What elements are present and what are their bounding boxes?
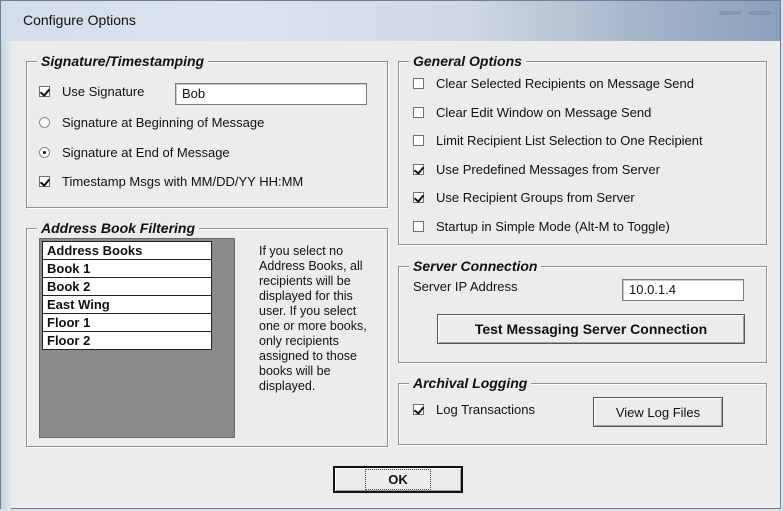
timestamp-row[interactable]: Timestamp Msgs with MM/DD/YY HH:MM [39, 174, 303, 189]
archival-logging-legend: Archival Logging [409, 375, 532, 391]
log-transactions-checkbox[interactable] [413, 404, 424, 415]
general-option-row[interactable]: Use Recipient Groups from Server [413, 190, 635, 205]
timestamp-label: Timestamp Msgs with MM/DD/YY HH:MM [62, 174, 304, 189]
sig-end-label: Signature at End of Message [62, 145, 230, 160]
archival-logging-group: Archival Logging Log Transactions View L… [398, 375, 767, 445]
general-options-group: General Options Clear Selected Recipient… [398, 53, 767, 245]
general-option-checkbox[interactable] [413, 192, 424, 203]
ok-button-label: OK [365, 469, 431, 490]
address-book-item[interactable]: Book 2 [43, 278, 211, 296]
signature-legend: Signature/Timestamping [37, 53, 209, 69]
configure-options-window: Configure Options Signature/Timestamping… [0, 0, 781, 510]
log-transactions-label: Log Transactions [436, 402, 536, 417]
address-book-item[interactable]: East Wing [43, 296, 211, 314]
general-option-checkbox[interactable] [413, 78, 424, 89]
view-log-files-button[interactable]: View Log Files [593, 397, 723, 427]
general-option-label: Clear Edit Window on Message Send [436, 104, 652, 120]
minimize-icon[interactable] [719, 11, 741, 15]
general-option-row[interactable]: Clear Edit Window on Message Send [413, 105, 651, 120]
test-connection-button[interactable]: Test Messaging Server Connection [437, 314, 745, 344]
address-book-legend: Address Book Filtering [37, 220, 200, 236]
address-book-note: If you select no Address Books, all reci… [259, 244, 367, 393]
use-signature-checkbox[interactable] [39, 86, 50, 97]
general-option-label: Startup in Simple Mode (Alt-M to Toggle) [436, 218, 670, 234]
general-option-row[interactable]: Limit Recipient List Selection to One Re… [413, 133, 703, 148]
address-books-header[interactable]: Address Books [43, 242, 211, 260]
server-ip-input[interactable]: 10.0.1.4 [622, 279, 744, 301]
general-options-legend: General Options [409, 53, 526, 69]
address-book-table: Address Books Book 1 Book 2 East Wing Floor… [42, 241, 212, 350]
log-transactions-row[interactable]: Log Transactions [413, 402, 535, 417]
general-option-checkbox[interactable] [413, 163, 424, 175]
general-option-label: Use Recipient Groups from Server [436, 190, 635, 205]
ok-button[interactable]: OK [333, 466, 463, 493]
general-option-row[interactable]: Clear Selected Recipients on Message Sen… [413, 76, 694, 91]
address-book-item[interactable]: Floor 2 [43, 332, 211, 349]
close-icon[interactable] [749, 11, 771, 15]
server-connection-group: Server Connection Server IP Address 10.0… [398, 258, 767, 363]
general-option-label: Use Predefined Messages from Server [436, 161, 660, 177]
general-option-row[interactable]: Startup in Simple Mode (Alt-M to Toggle) [413, 219, 670, 234]
use-signature-row[interactable]: Use Signature [39, 84, 144, 99]
address-book-group: Address Book Filtering Address Books Boo… [26, 220, 388, 447]
general-option-checkbox[interactable] [413, 135, 424, 146]
general-option-label: Clear Selected Recipients on Message Sen… [436, 76, 694, 91]
general-option-checkbox[interactable] [413, 106, 424, 118]
timestamp-checkbox[interactable] [39, 176, 50, 187]
general-option-row[interactable]: Use Predefined Messages from Server [413, 162, 660, 177]
dialog-client-area: Signature/Timestamping Use Signature Bob… [11, 41, 780, 508]
address-book-list[interactable]: Address Books Book 1 Book 2 East Wing Floor… [39, 238, 235, 438]
title-bar[interactable]: Configure Options [1, 1, 780, 42]
window-title: Configure Options [23, 12, 136, 28]
sig-begin-radio[interactable] [39, 117, 50, 128]
general-option-label: Limit Recipient List Selection to One Re… [436, 133, 703, 148]
signature-group: Signature/Timestamping Use Signature Bob… [26, 53, 388, 208]
sig-begin-row[interactable]: Signature at Beginning of Message [39, 115, 264, 130]
address-book-item[interactable]: Floor 1 [43, 314, 211, 332]
signature-input[interactable]: Bob [175, 83, 367, 105]
sig-end-radio[interactable] [39, 147, 50, 158]
use-signature-label: Use Signature [62, 84, 145, 99]
server-ip-label: Server IP Address [413, 279, 518, 294]
address-book-item[interactable]: Book 1 [43, 260, 211, 278]
window-left-edge [1, 41, 11, 510]
server-connection-legend: Server Connection [409, 258, 542, 274]
general-option-checkbox[interactable] [413, 220, 424, 232]
sig-end-row[interactable]: Signature at End of Message [39, 145, 230, 160]
sig-begin-label: Signature at Beginning of Message [62, 115, 265, 130]
